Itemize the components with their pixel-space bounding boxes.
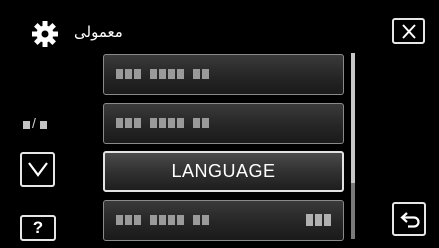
close-icon — [402, 24, 416, 39]
back-arrow-icon — [400, 212, 420, 228]
menu-item-language[interactable]: LANGUAGE — [103, 151, 344, 192]
scroll-down-button[interactable] — [20, 152, 55, 187]
gear-icon — [32, 21, 58, 47]
menu-item-1[interactable] — [103, 54, 344, 95]
close-button[interactable] — [392, 18, 425, 44]
menu-item-label: LANGUAGE — [171, 161, 276, 181]
settings-screen: معمولی / ? LANGUAGE — [0, 0, 439, 248]
scrollbar-thumb[interactable] — [351, 53, 355, 183]
menu-item-2[interactable] — [103, 103, 344, 144]
chevron-down-icon — [28, 162, 48, 177]
page-indicator: / — [23, 115, 65, 133]
menu-item-4[interactable] — [103, 200, 344, 241]
page-title: معمولی — [74, 23, 123, 41]
back-button[interactable] — [392, 202, 426, 236]
help-button[interactable]: ? — [20, 215, 56, 241]
